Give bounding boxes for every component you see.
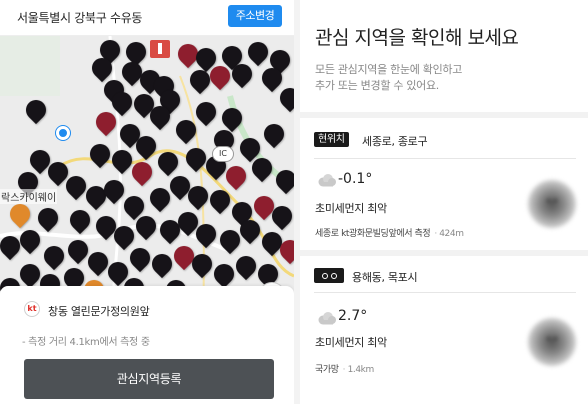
change-address-button[interactable]: 주소변경 — [228, 5, 282, 27]
card-dust-grade: 초미세먼지 최악 — [315, 202, 387, 215]
station-distance: 1.4km — [343, 365, 375, 375]
card-station: 국가망 1.4km — [315, 362, 374, 375]
cloud-icon — [318, 174, 336, 187]
card-temperature: -0.1° — [338, 171, 373, 187]
card-dust-grade: 초미세먼지 최악 — [315, 336, 387, 349]
card-divider — [314, 292, 576, 293]
page-title: 관심 지역을 확인해 보세요 — [315, 27, 519, 49]
interest-card-saved[interactable]: 용해동, 목포시 2.7° 초미세먼지 최악 국가망 1.4km — [300, 256, 588, 404]
ic-badge: IC — [212, 146, 234, 162]
saved-location-tag — [314, 268, 344, 283]
subtitle-line: 모든 관심지역을 한눈에 확인하고 — [315, 63, 463, 76]
card-location: 용해동, 목포시 — [352, 271, 418, 284]
interest-areas-screen: 관심 지역을 확인해 보세요 모든 관심지역을 한눈에 확인하고 추가 또는 변… — [300, 0, 588, 404]
card-station: 세종로 kt광화문빌딩앞에서 측정424m — [315, 226, 464, 239]
current-address: 서울특별시 강북구 수유동 — [17, 11, 143, 25]
interest-card-current[interactable]: 현위치 세종로, 종로구 -0.1° 초미세먼지 최악 세종로 kt광화문빌딩앞… — [300, 118, 588, 250]
station-name: 창동 열린문가정의원앞 — [48, 305, 150, 318]
address-bar: 서울특별시 강북구 수유동 주소변경 — [0, 0, 294, 36]
station-distance: 424m — [434, 229, 464, 239]
station-name-text: 세종로 kt광화문빌딩앞에서 측정 — [315, 229, 431, 239]
kt-logo-icon: kt — [24, 301, 40, 317]
register-interest-button[interactable]: 관심지역등록 — [24, 359, 274, 399]
subtitle-line: 추가 또는 변경할 수 있어요. — [315, 79, 440, 92]
measure-distance-note: - 측정 거리 4.1km에서 측정 중 — [22, 337, 150, 348]
my-location-icon — [56, 126, 70, 140]
station-name-text: 국가망 — [315, 365, 339, 375]
card-location: 세종로, 종로구 — [362, 135, 428, 148]
current-location-tag: 현위치 — [314, 132, 349, 147]
cloud-icon — [318, 312, 336, 325]
landmark-tower-icon — [150, 40, 170, 58]
dust-character-icon — [528, 318, 576, 366]
map-place-label: 락스카이웨이 — [0, 189, 58, 204]
station-sheet: kt 창동 열린문가정의원앞 - 측정 거리 4.1km에서 측정 중 관심지역… — [0, 286, 294, 404]
dust-character-icon — [528, 180, 576, 228]
map-screen: 서울특별시 강북구 수유동 주소변경 IC락스카이웨이⌖ kt 창동 열린문가정… — [0, 0, 294, 404]
page-subtitle: 모든 관심지역을 한눈에 확인하고 추가 또는 변경할 수 있어요. — [315, 62, 545, 94]
card-temperature: 2.7° — [338, 308, 368, 324]
card-divider — [314, 158, 576, 159]
